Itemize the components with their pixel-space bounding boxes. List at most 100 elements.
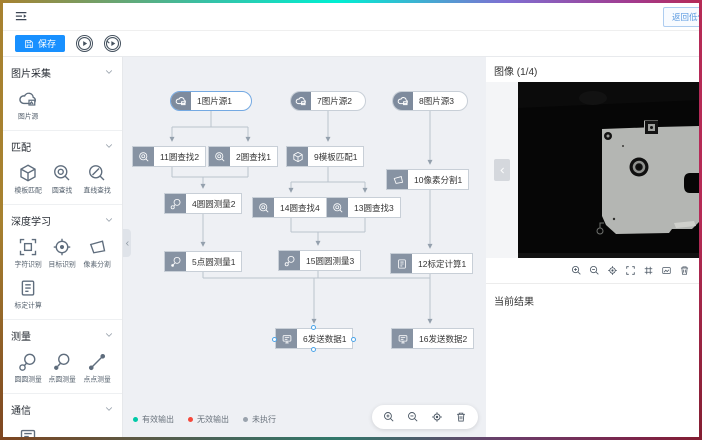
trash-icon[interactable] xyxy=(455,411,467,423)
prev-image-button[interactable] xyxy=(494,159,510,181)
flow-edges xyxy=(123,57,486,437)
item-label: 模板匹配 xyxy=(14,186,43,195)
flow-node-pixel-segment-1[interactable]: 10像素分割1 xyxy=(386,169,469,190)
node-label: 12标定计算1 xyxy=(412,254,472,273)
flow-node-image-source-1[interactable]: 1图片源1 xyxy=(170,91,252,111)
sidebar-item-calibration-calc[interactable]: 标定计算 xyxy=(11,278,45,311)
image-viewer xyxy=(486,82,699,258)
circle-search-icon xyxy=(209,147,230,166)
flow-node-image-source-2[interactable]: 7图片源2 xyxy=(290,91,366,111)
locate-icon[interactable] xyxy=(607,265,618,276)
top-bar: 返回低代 xyxy=(3,3,699,31)
sidebar-collapse-handle[interactable] xyxy=(123,229,131,257)
valid-dot xyxy=(133,417,138,422)
flow-node-circle-circle-measure-2[interactable]: 4圆圆测量2 xyxy=(164,193,242,214)
chevron-left-icon xyxy=(124,240,131,247)
zoom-out-icon[interactable] xyxy=(407,411,419,423)
camera-image xyxy=(518,82,699,258)
sidebar-item-ocr[interactable]: 字符识别 xyxy=(11,237,45,270)
current-result-title: 当前结果 xyxy=(486,284,699,317)
section-header[interactable]: 匹配 xyxy=(11,139,114,153)
item-label: 目标识别 xyxy=(48,260,77,269)
sidebar-item-pixel-segment[interactable]: 像素分割 xyxy=(80,237,114,270)
flow-node-point-circle-measure-1[interactable]: 5点圆测量1 xyxy=(164,251,242,272)
run-continuous-button[interactable] xyxy=(104,35,121,52)
section-title: 匹配 xyxy=(11,139,31,154)
image-panel-title: 图像 (1/4) xyxy=(486,57,699,82)
circle-search-icon xyxy=(52,163,72,183)
sidebar-item-point-point-measure[interactable]: 点点测量 xyxy=(80,352,114,385)
sidebar-item-image-source[interactable]: 图片源 xyxy=(11,89,45,122)
item-label: 直线查找 xyxy=(82,186,111,195)
cloud-icon xyxy=(393,92,413,110)
sidebar-item-point-circle-measure[interactable]: 点圆测量 xyxy=(45,352,79,385)
vision-flow-app: 返回低代 保存 图片采集 图片源 xyxy=(3,3,699,437)
fullscreen-icon[interactable] xyxy=(625,265,636,276)
point-circle-measure-icon xyxy=(165,252,186,271)
sidebar-item-circle-circle-measure[interactable]: 圆圆测量 xyxy=(11,352,45,385)
cloud-icon xyxy=(291,92,311,110)
node-label: 2圆查找1 xyxy=(230,147,277,166)
menu-icon[interactable] xyxy=(15,10,29,24)
chevron-down-icon[interactable] xyxy=(104,404,114,414)
flow-node-circle-find-3[interactable]: 13圆查找3 xyxy=(326,197,401,218)
run-button[interactable] xyxy=(76,35,93,52)
sidebar-item-line-find[interactable]: 直线查找 xyxy=(80,163,114,196)
return-low-code-button[interactable]: 返回低代 xyxy=(663,7,699,27)
sidebar-item-object-detect[interactable]: 目标识别 xyxy=(45,237,79,270)
section-header[interactable]: 深度学习 xyxy=(11,213,114,227)
item-label: 点点测量 xyxy=(82,375,111,384)
zoom-out-icon[interactable] xyxy=(589,265,600,276)
node-label: 10像素分割1 xyxy=(408,170,468,189)
node-label: 1图片源1 xyxy=(191,92,238,110)
circle-search-icon xyxy=(133,147,154,166)
node-label: 16发送数据2 xyxy=(413,329,473,348)
grid-icon[interactable] xyxy=(643,265,654,276)
zoom-in-icon[interactable] xyxy=(571,265,582,276)
canvas-zoom-toolbar xyxy=(372,405,478,429)
image-save-icon[interactable] xyxy=(661,265,672,276)
chevron-down-icon[interactable] xyxy=(104,330,114,340)
flow-node-send-data-1[interactable]: 6发送数据1 xyxy=(275,328,353,349)
legend-label: 有效输出 xyxy=(142,414,174,425)
trash-icon[interactable] xyxy=(679,265,690,276)
cloud-image-icon xyxy=(18,89,38,109)
chevron-down-icon[interactable] xyxy=(104,67,114,77)
save-button[interactable]: 保存 xyxy=(15,35,65,52)
flow-node-send-data-2[interactable]: 16发送数据2 xyxy=(391,328,474,349)
sidebar-item-send-data[interactable] xyxy=(11,426,45,437)
node-label: 8图片源3 xyxy=(413,92,460,110)
section-title: 深度学习 xyxy=(11,213,51,228)
item-label: 像素分割 xyxy=(82,260,111,269)
sidebar-item-circle-find[interactable]: 圆查找 xyxy=(45,163,79,196)
flow-node-circle-find-1[interactable]: 2圆查找1 xyxy=(208,146,278,167)
image-nav-strip xyxy=(486,82,518,258)
chevron-down-icon[interactable] xyxy=(104,215,114,225)
send-data-icon xyxy=(392,329,413,348)
inspection-image[interactable] xyxy=(518,82,699,258)
sidebar-item-template-match[interactable]: 模板匹配 xyxy=(11,163,45,196)
flow-canvas[interactable]: 1图片源1 7图片源2 8图片源3 11圆查找2 2圆查找1 9模板匹配1 xyxy=(123,57,486,437)
flow-node-template-match-1[interactable]: 9模板匹配1 xyxy=(286,146,364,167)
section-header[interactable]: 图片采集 xyxy=(11,65,114,79)
node-label: 15圆圆测量3 xyxy=(300,251,360,270)
section-title: 图片采集 xyxy=(11,65,51,80)
flow-node-calibration-calc-1[interactable]: 12标定计算1 xyxy=(390,253,473,274)
locate-icon[interactable] xyxy=(431,411,443,423)
node-label: 6发送数据1 xyxy=(297,329,352,348)
flow-node-circle-circle-measure-3[interactable]: 15圆圆测量3 xyxy=(278,250,361,271)
section-header[interactable]: 测量 xyxy=(11,328,114,342)
node-handle-left[interactable] xyxy=(272,337,277,342)
zoom-in-icon[interactable] xyxy=(383,411,395,423)
chevron-down-icon[interactable] xyxy=(104,141,114,151)
play-icon xyxy=(77,36,92,51)
node-label: 7图片源2 xyxy=(311,92,358,110)
flow-toolbar: 保存 xyxy=(3,31,699,57)
flow-node-image-source-3[interactable]: 8图片源3 xyxy=(392,91,468,111)
section-header[interactable]: 通信 xyxy=(11,402,114,416)
item-label: 点圆测量 xyxy=(48,375,77,384)
flow-node-circle-find-4[interactable]: 14圆查找4 xyxy=(252,197,327,218)
circle-circle-measure-icon xyxy=(165,194,186,213)
flow-node-circle-find-2[interactable]: 11圆查找2 xyxy=(132,146,206,167)
node-label: 4圆圆测量2 xyxy=(186,194,241,213)
